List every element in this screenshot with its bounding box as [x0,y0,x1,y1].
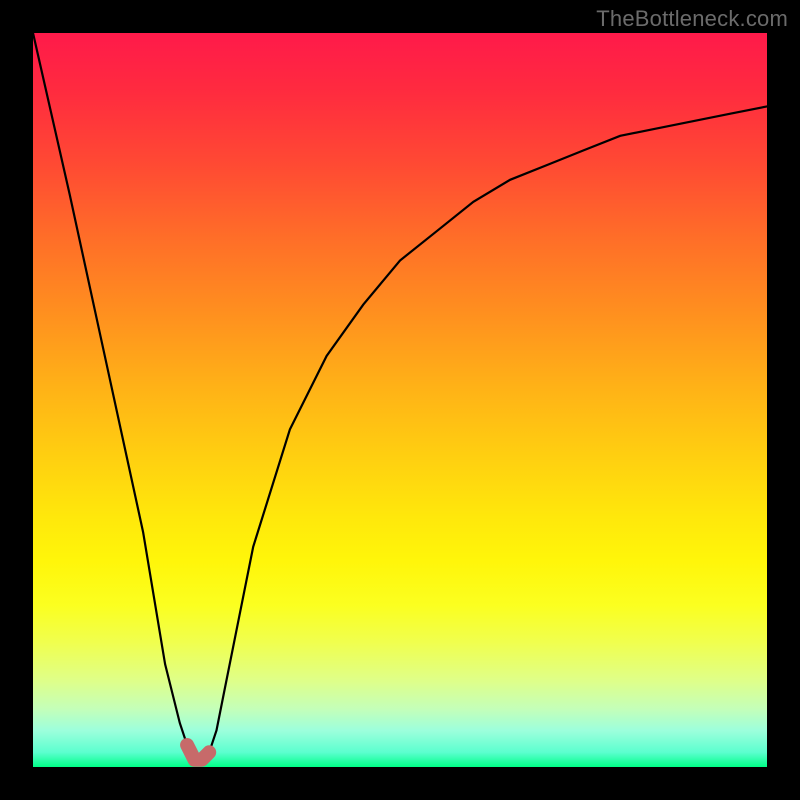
watermark-text: TheBottleneck.com [596,6,788,32]
bottleneck-curve-left [33,33,195,760]
chart-svg [33,33,767,767]
optimal-region-marker [187,745,209,760]
bottleneck-curve-right [195,106,768,759]
chart-frame: TheBottleneck.com [0,0,800,800]
